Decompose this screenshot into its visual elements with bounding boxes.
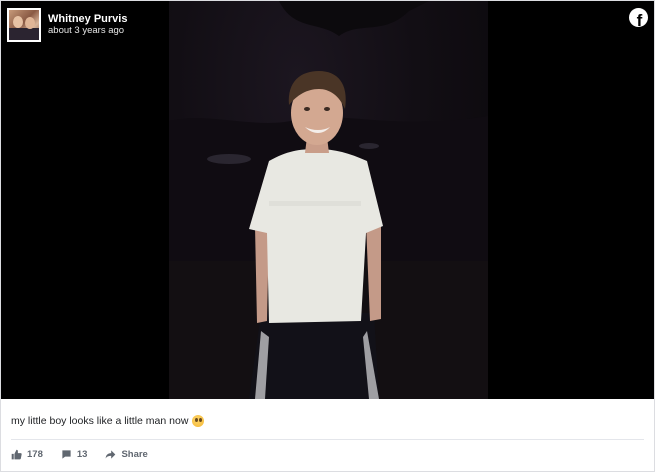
embedded-facebook-post: Whitney Purvis about 3 years ago f my li… — [0, 0, 655, 472]
facebook-icon[interactable]: f — [629, 8, 648, 27]
post-caption: my little boy looks like a little man no… — [11, 415, 205, 427]
comments-count: 13 — [76, 449, 88, 460]
share-label: Share — [121, 449, 148, 460]
post-header: Whitney Purvis about 3 years ago — [7, 7, 127, 43]
teary-face-emoji-icon — [192, 415, 205, 427]
author-avatar[interactable] — [7, 8, 41, 42]
photo-illustration — [169, 1, 488, 399]
post-timestamp-link[interactable]: about 3 years ago — [48, 25, 127, 37]
caption-text: my little boy looks like a little man no… — [11, 415, 189, 427]
like-button[interactable]: 178 — [11, 449, 43, 460]
likes-count: 178 — [27, 449, 43, 460]
author-name-link[interactable]: Whitney Purvis — [48, 13, 127, 26]
divider — [11, 439, 644, 440]
post-media[interactable]: Whitney Purvis about 3 years ago f — [1, 1, 654, 399]
post-actions: 178 13 Share — [11, 449, 166, 460]
share-button[interactable]: Share — [105, 449, 148, 460]
thumbs-up-icon — [11, 449, 22, 460]
comment-icon — [62, 450, 71, 459]
share-arrow-icon — [106, 450, 116, 459]
comment-button[interactable]: 13 — [61, 449, 88, 460]
author-meta: Whitney Purvis about 3 years ago — [48, 13, 127, 38]
post-photo[interactable] — [169, 1, 488, 399]
